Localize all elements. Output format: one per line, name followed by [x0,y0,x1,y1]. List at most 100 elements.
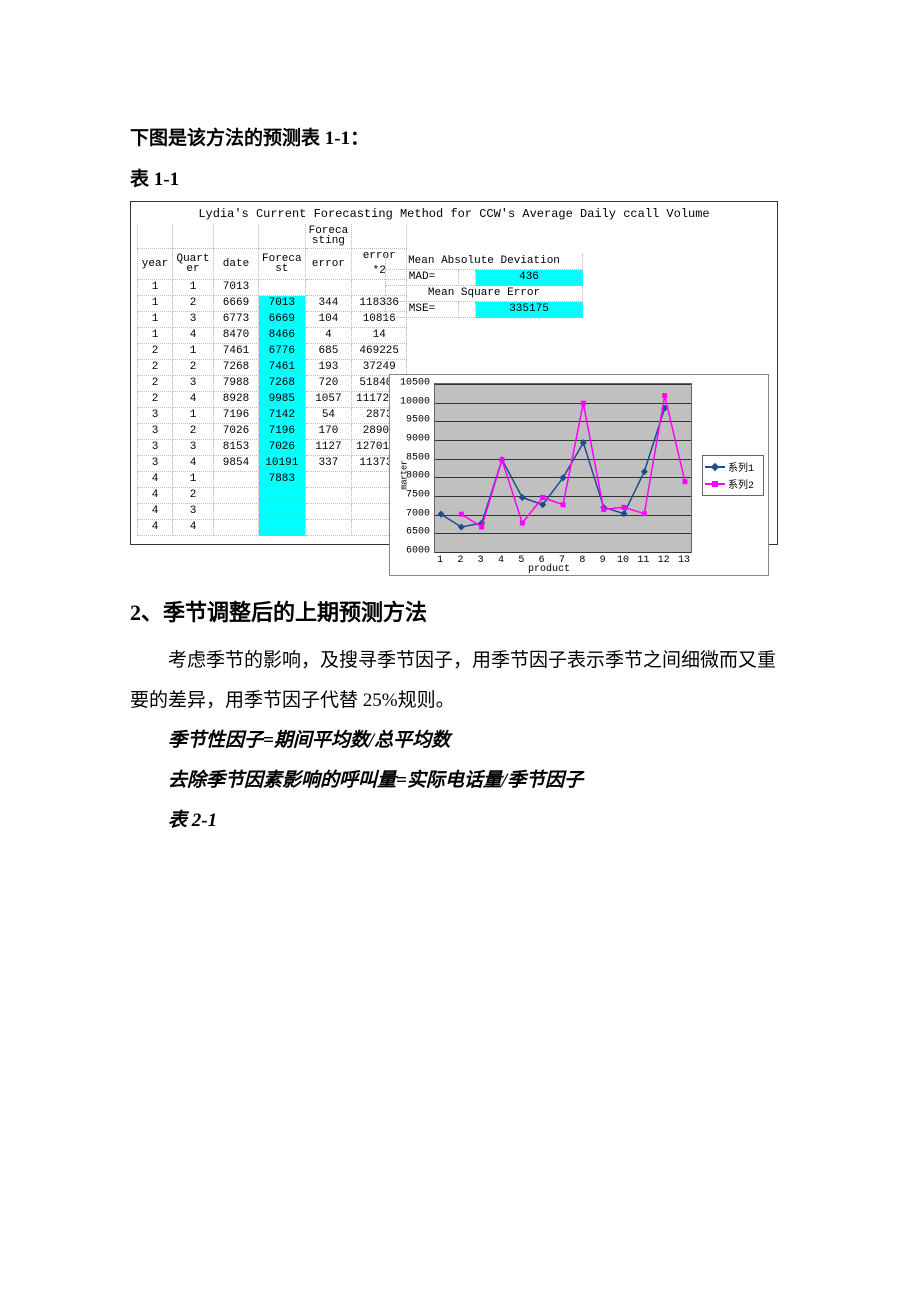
cell: 2 [138,376,173,392]
table-row: 42 [138,488,407,504]
section-2-p1: 考虑季节的影响，及搜寻季节因子，用季节因子表示季节之间细微而又重要的差异，用季节… [130,641,790,721]
y-tick: 10500 [396,378,430,389]
legend-item-2: 系列2 [705,476,761,492]
cell: 6776 [259,344,306,360]
cell: 104 [305,312,352,328]
cell: 7142 [259,408,306,424]
cell: 685 [305,344,352,360]
cell: 3 [173,312,214,328]
y-tick: 7500 [396,490,430,501]
table-row: 248928998510571117249 [138,392,407,408]
sheet-title: Lydia's Current Forecasting Method for C… [131,204,777,224]
table-row: 338153702611271270129 [138,440,407,456]
legend-label-2: 系列2 [728,476,754,492]
table-row: 1484708466414 [138,328,407,344]
table-row: 327026719617028900 [138,424,407,440]
hdr-forecast: Forecast [259,249,306,280]
cell: 3 [138,456,173,472]
mse-title: Mean Square Error [386,286,583,302]
cell: 7268 [214,360,259,376]
hdr-date: date [214,249,259,280]
y-tick: 7000 [396,508,430,519]
cell: 54 [305,408,352,424]
hdr-quarter: Quarter [173,249,214,280]
legend-marker-1 [705,466,725,468]
cell: 4 [173,456,214,472]
y-tick: 10000 [396,396,430,407]
cell [214,504,259,520]
legend-marker-2 [705,483,725,485]
cell: 7196 [259,424,306,440]
cell: 3 [138,424,173,440]
cell [259,520,306,536]
spreadsheet: Lydia's Current Forecasting Method for C… [130,201,778,545]
cell: 344 [305,296,352,312]
y-tick: 9000 [396,434,430,445]
header-row: year Quarter date Forecast error error *… [138,249,407,280]
cell: 7268 [259,376,306,392]
cell: 3 [173,376,214,392]
cell: 2 [173,488,214,504]
y-tick: 9500 [396,415,430,426]
table-row: 117013 [138,280,407,296]
cell: 8466 [259,328,306,344]
table-row: 227268746119337249 [138,360,407,376]
hdr-year: year [138,249,173,280]
cell: 1 [173,408,214,424]
stats-block: Mean Absolute Deviation MAD= 436 Mean Sq… [385,254,583,318]
cell [305,472,352,488]
cell: 1 [138,328,173,344]
cell: 10191 [259,456,306,472]
legend-item-1: 系列1 [705,459,761,475]
cell: 3 [138,440,173,456]
cell: 1 [173,344,214,360]
table-row: 417883 [138,472,407,488]
hdr-forecasting: Forecasting [305,224,352,249]
cell: 14 [352,328,407,344]
cell: 6669 [259,312,306,328]
cell: 7013 [259,296,306,312]
cell: 4 [138,488,173,504]
cell: 4 [138,504,173,520]
table-row: 34985410191337113738 [138,456,407,472]
legend: 系列1 系列2 [702,455,764,496]
table-row: 2379887268720518400 [138,376,407,392]
cell: 8153 [214,440,259,456]
cell: 1057 [305,392,352,408]
cell: 4 [173,392,214,408]
cell [305,504,352,520]
hdr-error: error [305,249,352,280]
formula-2: 去除季节因素影响的呼叫量=实际电话量/季节因子 [130,761,790,801]
cell: 4 [138,520,173,536]
cell: 8470 [214,328,259,344]
y-tick: 8000 [396,471,430,482]
cell [214,472,259,488]
cell: 9854 [214,456,259,472]
cell: 469225 [352,344,407,360]
cell: 2 [173,296,214,312]
cell: 720 [305,376,352,392]
x-axis-label: product [390,564,708,575]
cell: 4 [173,328,214,344]
cell: 3 [138,408,173,424]
cell: 2 [173,424,214,440]
cell: 6773 [214,312,259,328]
cell: 4 [305,328,352,344]
table-row: 2174616776685469225 [138,344,407,360]
table-row: 43 [138,504,407,520]
cell: 7026 [259,440,306,456]
cell: 2 [138,392,173,408]
cell: 1 [173,472,214,488]
cell: 7461 [259,360,306,376]
mse-label: MSE= [386,302,459,318]
table-row: 3171967142542873 [138,408,407,424]
header-row-small: Forecasting [138,224,407,249]
data-table: Forecasting year Quarter date Forecast e… [137,224,407,536]
plot-area [434,383,692,553]
cell [259,280,306,296]
section-2-heading: 2、季节调整后的上期预测方法 [130,595,790,627]
y-tick: 8500 [396,452,430,463]
cell: 1 [138,280,173,296]
cell: 2 [173,360,214,376]
cell: 8928 [214,392,259,408]
